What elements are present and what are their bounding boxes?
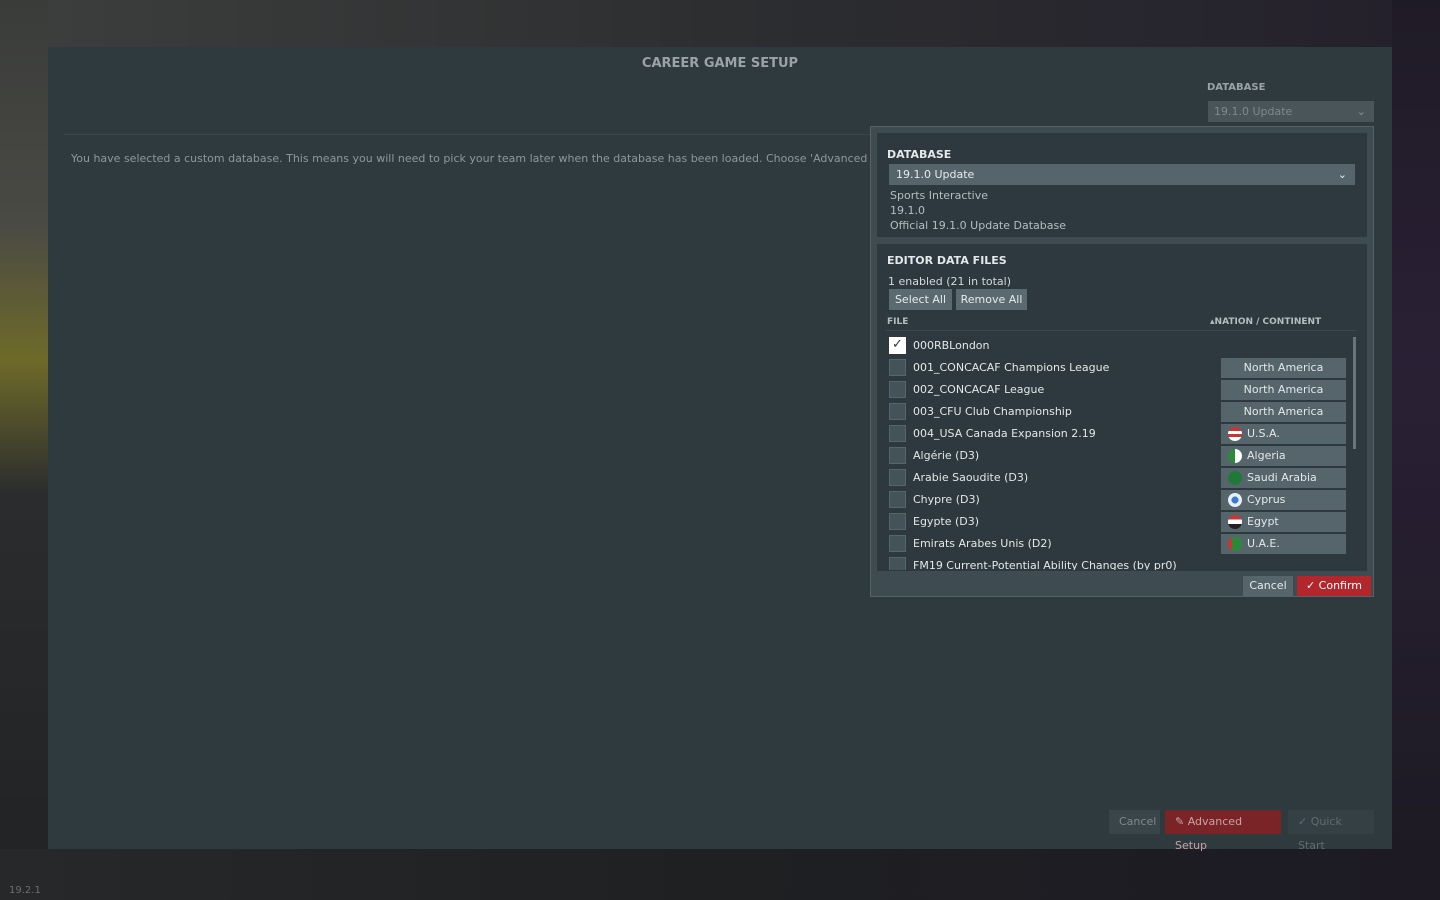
custom-database-info: You have selected a custom database. Thi… bbox=[71, 152, 869, 165]
nation-button[interactable]: U.S.A. bbox=[1221, 424, 1346, 444]
database-select-value: 19.1.0 Update bbox=[896, 168, 975, 181]
file-checkbox[interactable] bbox=[889, 425, 906, 442]
enabled-count: 1 enabled (21 in total) bbox=[888, 275, 1012, 288]
nation-button[interactable]: North America bbox=[1221, 358, 1346, 378]
file-name: Emirats Arabes Unis (D2) bbox=[913, 537, 1052, 550]
file-row[interactable]: 003_CFU Club Championship North America bbox=[877, 401, 1347, 423]
pencil-icon: ✎ bbox=[1175, 815, 1185, 828]
file-row[interactable]: Emirats Arabes Unis (D2) U.A.E. bbox=[877, 533, 1347, 555]
files-list: ✓ 000RBLondon 001_CONCACAF Champions Lea… bbox=[877, 335, 1347, 570]
database-description: Official 19.1.0 Update Database bbox=[890, 219, 1066, 232]
page-title: CAREER GAME SETUP bbox=[641, 56, 799, 71]
file-checkbox[interactable] bbox=[889, 403, 906, 420]
nation-button[interactable]: North America bbox=[1221, 380, 1346, 400]
database-dropdown-value: 19.1.0 Update bbox=[1214, 105, 1293, 118]
background-top bbox=[0, 0, 1440, 47]
check-icon: ✓ bbox=[1305, 579, 1316, 592]
chevron-down-icon: ⌄ bbox=[1337, 168, 1347, 181]
file-name: Egypte (D3) bbox=[913, 515, 980, 528]
flag-cyprus-icon bbox=[1228, 493, 1242, 507]
file-checkbox[interactable] bbox=[889, 557, 906, 570]
file-checkbox[interactable]: ✓ bbox=[889, 337, 906, 354]
divider bbox=[64, 134, 870, 135]
file-name: 002_CONCACAF League bbox=[913, 383, 1045, 396]
file-checkbox[interactable] bbox=[889, 447, 906, 464]
file-name: 000RBLondon bbox=[913, 339, 990, 352]
file-row[interactable]: 002_CONCACAF League North America bbox=[877, 379, 1347, 401]
cancel-button[interactable]: Cancel bbox=[1109, 810, 1160, 834]
file-row[interactable]: Arabie Saoudite (D3) Saudi Arabia bbox=[877, 467, 1347, 489]
background-right bbox=[1392, 0, 1440, 900]
file-name: FM19 Current-Potential Ability Changes (… bbox=[913, 559, 1177, 570]
database-panel-title: DATABASE bbox=[887, 148, 952, 161]
file-row[interactable]: Chypre (D3) Cyprus bbox=[877, 489, 1347, 511]
file-checkbox[interactable] bbox=[889, 469, 906, 486]
flag-egypt-icon bbox=[1228, 515, 1242, 529]
nation-button[interactable]: U.A.E. bbox=[1221, 534, 1346, 554]
database-label: DATABASE bbox=[1207, 82, 1266, 93]
header-divider bbox=[885, 330, 1357, 331]
files-scrollbar[interactable] bbox=[1353, 337, 1356, 449]
file-row[interactable]: Algérie (D3) Algeria bbox=[877, 445, 1347, 467]
file-row[interactable]: ✓ 000RBLondon bbox=[877, 335, 1347, 357]
file-checkbox[interactable] bbox=[889, 359, 906, 376]
flag-saudi-arabia-icon bbox=[1228, 471, 1242, 485]
column-header-file[interactable]: FILE bbox=[887, 317, 908, 327]
database-version: 19.1.0 bbox=[890, 204, 925, 217]
column-header-nation[interactable]: ▴NATION / CONTINENT bbox=[1210, 317, 1321, 327]
nation-button[interactable]: North America bbox=[1221, 402, 1346, 422]
confirm-button[interactable]: ✓ Confirm bbox=[1297, 576, 1371, 596]
nation-button[interactable]: Algeria bbox=[1221, 446, 1346, 466]
file-name: Chypre (D3) bbox=[913, 493, 980, 506]
popup-cancel-button[interactable]: Cancel bbox=[1243, 576, 1293, 596]
nation-button[interactable]: Egypt bbox=[1221, 512, 1346, 532]
file-row[interactable]: Egypte (D3) Egypt bbox=[877, 511, 1347, 533]
file-name: 003_CFU Club Championship bbox=[913, 405, 1072, 418]
version-label: 19.2.1 bbox=[9, 885, 41, 896]
file-checkbox[interactable] bbox=[889, 535, 906, 552]
background-bottom bbox=[0, 849, 1440, 900]
flag-usa-icon bbox=[1228, 427, 1242, 441]
file-name: 001_CONCACAF Champions League bbox=[913, 361, 1110, 374]
nation-button[interactable]: Saudi Arabia bbox=[1221, 468, 1346, 488]
file-row[interactable]: FM19 Current-Potential Ability Changes (… bbox=[877, 555, 1347, 570]
chevron-down-icon: ⌄ bbox=[1356, 105, 1366, 118]
database-select[interactable]: 19.1.0 Update ⌄ bbox=[889, 164, 1355, 185]
database-dropdown[interactable]: 19.1.0 Update ⌄ bbox=[1208, 101, 1374, 122]
background-left bbox=[0, 0, 48, 900]
remove-all-button[interactable]: Remove All bbox=[956, 289, 1027, 310]
check-icon: ✓ bbox=[892, 337, 903, 352]
flag-algeria-icon bbox=[1228, 449, 1242, 463]
check-icon: ✓ bbox=[1298, 815, 1308, 828]
file-name: Arabie Saoudite (D3) bbox=[913, 471, 1029, 484]
editor-data-files-panel: EDITOR DATA FILES 1 enabled (21 in total… bbox=[877, 244, 1367, 571]
database-publisher: Sports Interactive bbox=[890, 189, 989, 202]
file-name: Algérie (D3) bbox=[913, 449, 980, 462]
select-all-button[interactable]: Select All bbox=[889, 289, 952, 310]
files-panel-title: EDITOR DATA FILES bbox=[887, 254, 1007, 267]
file-row[interactable]: 004_USA Canada Expansion 2.19 U.S.A. bbox=[877, 423, 1347, 445]
file-checkbox[interactable] bbox=[889, 513, 906, 530]
file-name: 004_USA Canada Expansion 2.19 bbox=[913, 427, 1096, 440]
nation-button[interactable]: Cyprus bbox=[1221, 490, 1346, 510]
database-panel: DATABASE 19.1.0 Update ⌄ Sports Interact… bbox=[877, 133, 1367, 237]
file-checkbox[interactable] bbox=[889, 491, 906, 508]
advanced-setup-button[interactable]: ✎ Advanced Setup bbox=[1165, 810, 1281, 852]
file-checkbox[interactable] bbox=[889, 381, 906, 398]
database-popup: DATABASE 19.1.0 Update ⌄ Sports Interact… bbox=[870, 126, 1374, 597]
quick-start-button[interactable]: ✓ Quick Start bbox=[1288, 810, 1374, 852]
flag-uae-icon bbox=[1228, 537, 1242, 551]
file-row[interactable]: 001_CONCACAF Champions League North Amer… bbox=[877, 357, 1347, 379]
